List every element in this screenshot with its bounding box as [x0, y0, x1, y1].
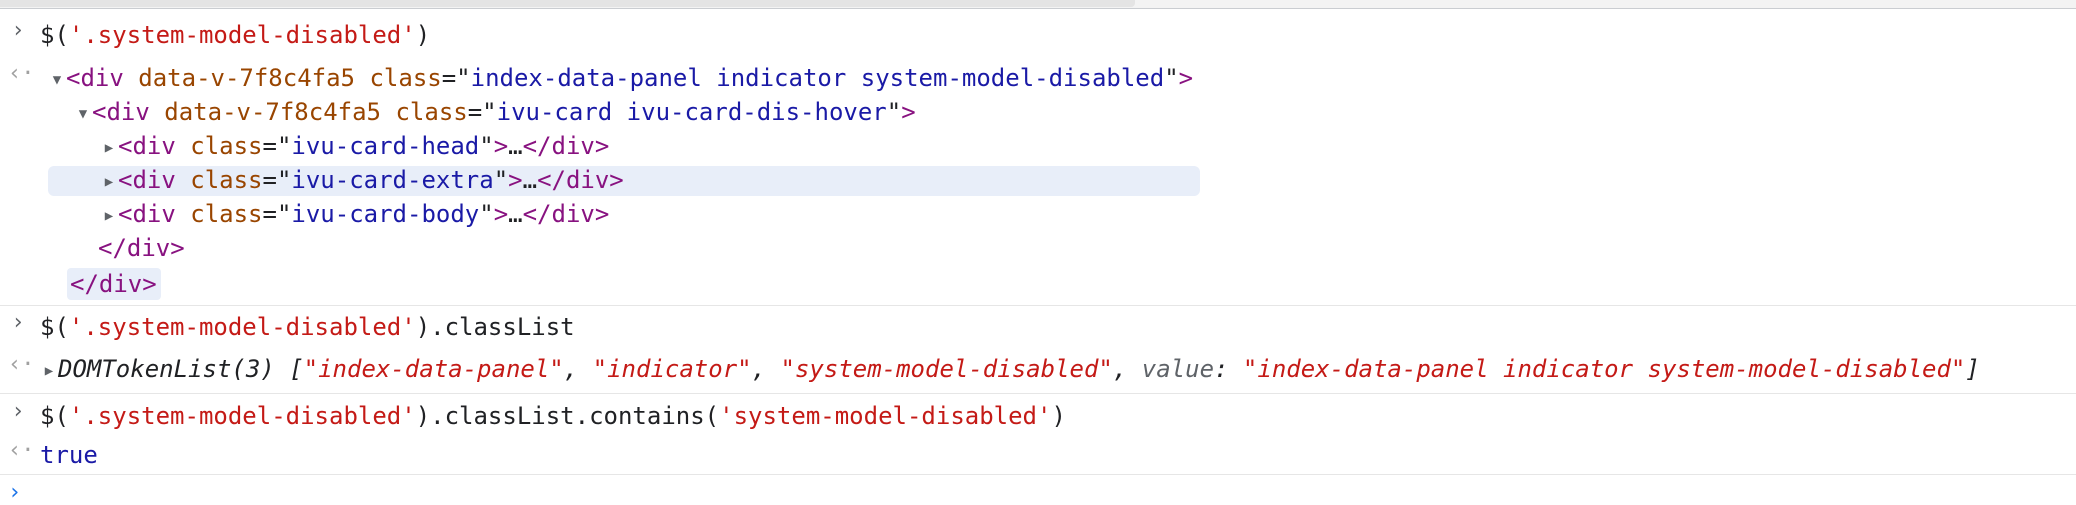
close: ) [415, 21, 431, 49]
console-command-3[interactable]: $('.system-model-disabled').classList.co… [40, 399, 1066, 433]
separator [0, 393, 2076, 394]
prompt-chevron-icon: › [11, 310, 25, 335]
console-command-2[interactable]: $('.system-model-disabled').classList [40, 310, 575, 344]
dom-node-card[interactable]: ▼ <div data-v-7f8c4fa5 class="ivu-card iv… [74, 95, 916, 129]
result-arrow-icon: ‹· [8, 438, 35, 463]
scroll-thumb[interactable] [0, 0, 1135, 7]
console-result-2[interactable]: ▶ DOMTokenList(3) ["index-data-panel", "i… [40, 352, 1980, 386]
collapse-triangle-icon[interactable]: ▶ [100, 199, 118, 233]
console-top-scrollbar[interactable] [0, 0, 2076, 9]
expand-triangle-icon[interactable]: ▼ [48, 63, 66, 97]
collapse-triangle-icon[interactable]: ▶ [100, 165, 118, 199]
expand-triangle-icon[interactable]: ▼ [74, 97, 92, 131]
result-arrow-icon: ‹· [8, 352, 35, 377]
separator [0, 305, 2076, 306]
dom-node-card-body[interactable]: ▶ <div class="ivu-card-body">…</div> [100, 197, 610, 233]
result-arrow-icon: ‹· [8, 61, 35, 86]
separator [0, 474, 2076, 475]
collapse-triangle-icon[interactable]: ▶ [100, 131, 118, 165]
input-prompt-chevron-icon[interactable]: › [8, 482, 21, 504]
collapse-triangle-icon[interactable]: ▶ [40, 354, 58, 388]
dom-node-root[interactable]: ▼ <div data-v-7f8c4fa5 class="index-data-… [48, 61, 1193, 95]
console-command-1[interactable]: $('.system-model-disabled') [40, 18, 430, 52]
dom-node-card-close[interactable]: </div> [98, 231, 185, 265]
console-result-3: true [40, 441, 98, 469]
dom-node-root-close[interactable]: </div> [70, 267, 157, 301]
prompt-chevron-icon: › [11, 399, 25, 424]
fn: $( [40, 21, 69, 49]
prompt-chevron-icon: › [11, 18, 25, 43]
dom-node-card-extra[interactable]: ▶ <div class="ivu-card-extra">…</div> [100, 163, 624, 197]
dom-node-card-head[interactable]: ▶ <div class="ivu-card-head">…</div> [100, 129, 610, 165]
arg: '.system-model-disabled' [68, 21, 416, 49]
